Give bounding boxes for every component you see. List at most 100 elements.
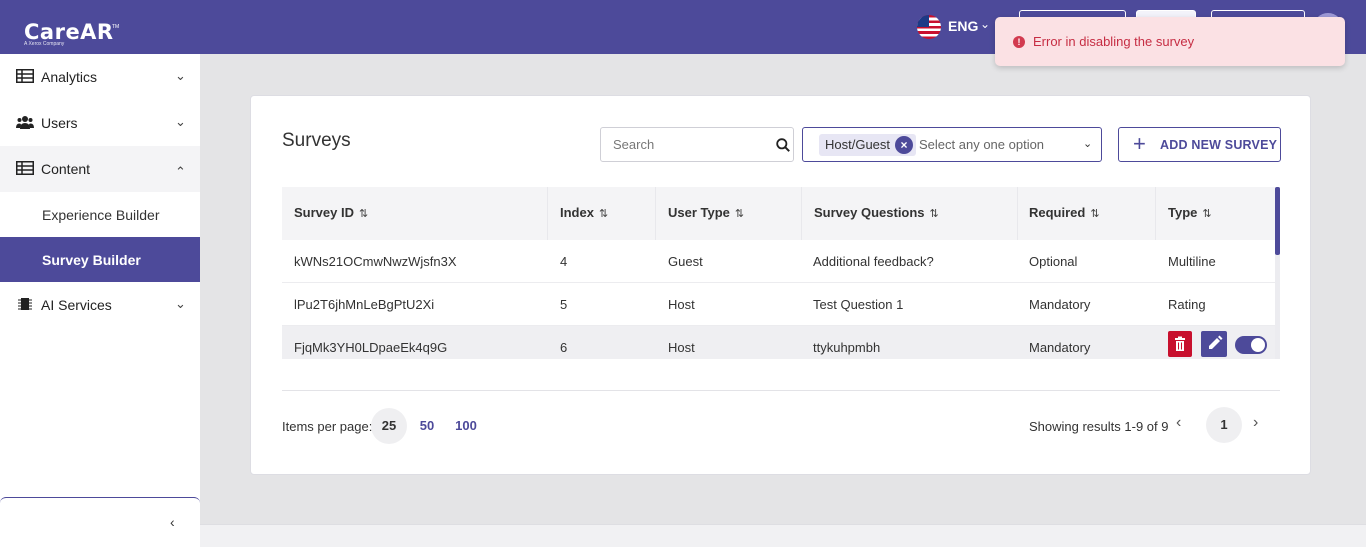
column-header-label: User Type — [668, 205, 730, 220]
divider — [282, 390, 1280, 391]
sort-icon[interactable]: ⇅ — [735, 208, 744, 220]
cell-required: Mandatory — [1029, 297, 1091, 312]
close-icon[interactable]: × — [895, 136, 914, 154]
us-flag-icon[interactable] — [917, 15, 941, 39]
sidebar-item-label: Content — [41, 161, 91, 177]
column-divider — [655, 187, 656, 240]
chevron-down-icon[interactable]: ⌄ — [980, 17, 990, 31]
column-header-user-type[interactable]: User Type ⇅ — [668, 205, 744, 220]
sidebar-item-ai-services[interactable]: AI Services ⌄ — [0, 282, 200, 328]
cell-survey-id: lPu2T6jhMnLeBgPtU2Xi — [294, 297, 435, 312]
sidebar-item-label: Analytics — [41, 69, 98, 85]
carear-logo[interactable]: CareAR TM A Xerox Company — [24, 10, 134, 50]
chevron-down-icon[interactable]: ⌄ — [1083, 137, 1092, 150]
table-row[interactable]: lPu2T6jhMnLeBgPtU2Xi 5 Host Test Questio… — [282, 283, 1277, 326]
sidebar-item-analytics[interactable]: Analytics ⌄ — [0, 54, 200, 100]
sidebar-item-experience-builder[interactable]: Experience Builder — [0, 192, 200, 237]
logo-subtitle: A Xerox Company — [24, 41, 65, 47]
cell-survey-id: kWNs21OCmwNwzWjsfn3X — [294, 254, 457, 269]
toggle-knob — [1251, 338, 1265, 352]
sidebar-item-label: AI Services — [41, 297, 112, 313]
chevron-left-icon[interactable]: ‹ — [1176, 414, 1181, 432]
surveys-card: Surveys Host/Guest × Select any one opti… — [250, 95, 1311, 475]
chevron-down-icon: ⌄ — [175, 68, 186, 83]
sidebar-item-users[interactable]: Users ⌄ — [0, 100, 200, 146]
column-header-label: Index — [560, 205, 594, 220]
sidebar-item-label: Survey Builder — [42, 252, 141, 268]
cell-user-type: Host — [668, 340, 695, 355]
page-footer — [200, 524, 1366, 547]
selected-chip: Host/Guest × — [819, 134, 917, 156]
user-type-select[interactable]: Host/Guest × Select any one option ⌄ — [802, 127, 1102, 162]
results-summary: Showing results 1-9 of 9 — [1029, 419, 1169, 434]
column-divider — [1017, 187, 1018, 240]
column-divider — [801, 187, 802, 240]
items-per-page-25[interactable]: 25 — [371, 408, 407, 444]
sidebar: Analytics ⌄ Users ⌄ Content ⌃ Experience… — [0, 54, 200, 547]
chip-label: Host/Guest — [825, 137, 891, 152]
cell-required: Mandatory — [1029, 340, 1091, 355]
table-scrollbar-thumb[interactable] — [1275, 187, 1280, 255]
sidebar-item-content[interactable]: Content ⌃ — [0, 146, 200, 192]
users-icon — [16, 116, 34, 129]
page-title: Surveys — [282, 130, 351, 151]
column-divider — [1155, 187, 1156, 240]
column-header-index[interactable]: Index ⇅ — [560, 205, 608, 220]
items-per-page-50[interactable]: 50 — [409, 408, 445, 444]
table-row[interactable]: FjqMk3YH0LDpaeEk4q9G 6 Host ttykuhpmbh M… — [282, 326, 1277, 359]
cell-survey-id: FjqMk3YH0LDpaeEk4q9G — [294, 340, 448, 355]
info-icon: ! — [1013, 36, 1025, 48]
logo-trademark: TM — [112, 24, 120, 30]
add-new-survey-button[interactable]: + ADD NEW SURVEY — [1118, 127, 1281, 162]
column-header-required[interactable]: Required ⇅ — [1029, 205, 1100, 220]
table-row[interactable]: kWNs21OCmwNwzWjsfn3X 4 Guest Additional … — [282, 240, 1277, 283]
chevron-up-icon: ⌃ — [175, 164, 186, 179]
sort-icon[interactable]: ⇅ — [930, 208, 939, 220]
chevron-down-icon: ⌄ — [175, 296, 186, 311]
error-toast: ! Error in disabling the survey — [995, 17, 1345, 66]
column-header-label: Survey Questions — [814, 205, 925, 220]
surveys-table: Survey ID ⇅ Index ⇅ User Type ⇅ Survey Ques… — [282, 187, 1280, 359]
page-button-current[interactable]: 1 — [1206, 407, 1242, 443]
cell-index: 4 — [560, 254, 568, 269]
language-selector[interactable]: ENG — [948, 18, 978, 34]
cell-survey-question: ttykuhpmbh — [813, 340, 881, 355]
toast-message: Error in disabling the survey — [1033, 34, 1195, 49]
plus-icon: + — [1133, 131, 1146, 156]
table-icon — [16, 161, 34, 175]
select-placeholder: Select any one option — [919, 137, 1045, 152]
column-header-label: Required — [1029, 205, 1086, 220]
chip-icon — [18, 298, 32, 310]
sidebar-item-survey-builder[interactable]: Survey Builder — [0, 237, 200, 282]
cell-survey-question: Test Question 1 — [813, 297, 904, 312]
search-input[interactable] — [613, 137, 763, 152]
survey-enabled-toggle[interactable] — [1235, 336, 1267, 354]
delete-button[interactable] — [1168, 331, 1192, 357]
items-per-page-100[interactable]: 100 — [448, 408, 484, 444]
chevron-down-icon: ⌄ — [175, 114, 186, 129]
column-header-survey-questions[interactable]: Survey Questions ⇅ — [814, 205, 939, 220]
edit-button[interactable] — [1201, 331, 1227, 357]
trash-icon — [1175, 336, 1185, 351]
chevron-left-icon[interactable]: ‹ — [170, 514, 175, 530]
cell-user-type: Guest — [668, 254, 703, 269]
pencil-icon — [1209, 335, 1223, 349]
sort-icon[interactable]: ⇅ — [1202, 208, 1211, 220]
sort-icon[interactable]: ⇅ — [1090, 208, 1099, 220]
column-header-survey-id[interactable]: Survey ID ⇅ — [294, 205, 368, 220]
chevron-right-icon[interactable]: › — [1253, 414, 1258, 432]
table-header: Survey ID ⇅ Index ⇅ User Type ⇅ Survey Ques… — [282, 187, 1277, 240]
cell-required: Optional — [1029, 254, 1078, 269]
search-icon[interactable] — [776, 138, 790, 152]
cell-type: Multiline — [1168, 254, 1216, 269]
sort-icon[interactable]: ⇅ — [359, 208, 368, 220]
search-box — [600, 127, 794, 162]
column-header-type[interactable]: Type ⇅ — [1168, 205, 1212, 220]
add-button-label: ADD NEW SURVEY — [1160, 138, 1278, 152]
items-per-page-label: Items per page: — [282, 419, 373, 434]
cell-survey-question: Additional feedback? — [813, 254, 934, 269]
sort-icon[interactable]: ⇅ — [599, 208, 608, 220]
cell-index: 5 — [560, 297, 568, 312]
cell-user-type: Host — [668, 297, 695, 312]
cell-index: 6 — [560, 340, 568, 355]
